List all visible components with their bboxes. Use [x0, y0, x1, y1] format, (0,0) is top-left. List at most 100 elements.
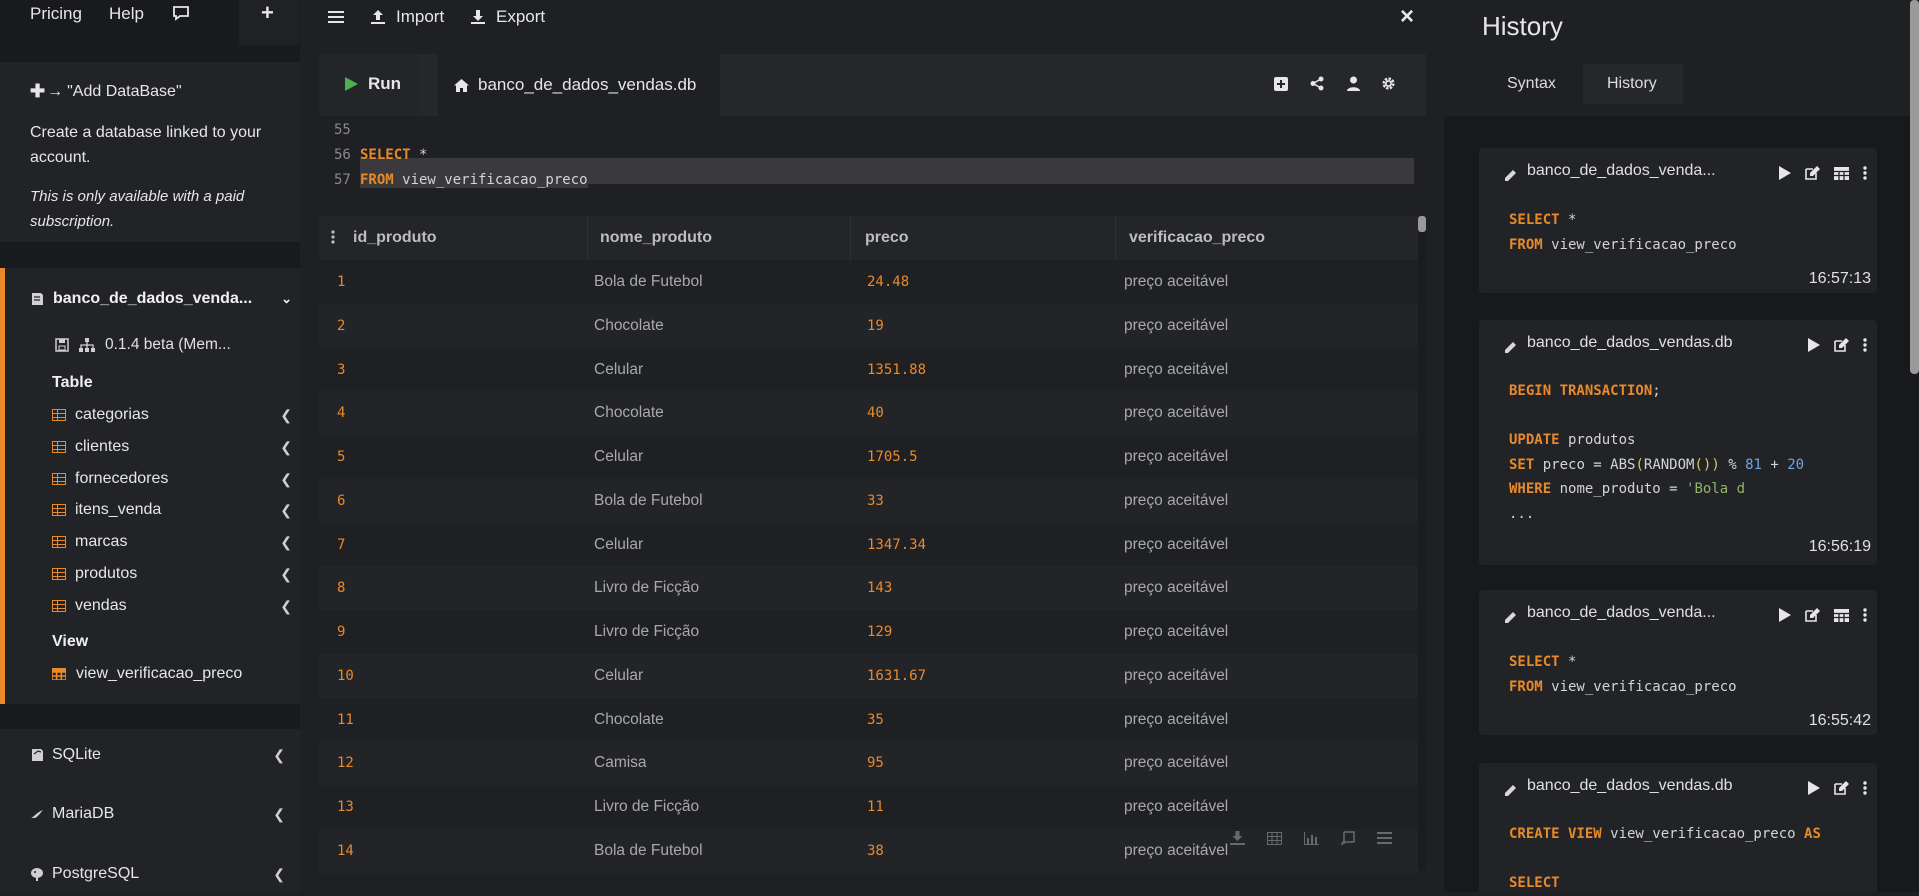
edit-icon[interactable] [1834, 781, 1849, 795]
column-header[interactable]: nome_produto [600, 229, 712, 247]
settings-gear-icon[interactable] [1381, 76, 1396, 91]
chart-icon[interactable] [1304, 831, 1319, 845]
play-icon[interactable] [1779, 608, 1791, 622]
import-button[interactable]: Import [370, 7, 444, 27]
database-icon [32, 293, 43, 305]
share-icon[interactable] [1310, 76, 1324, 91]
history-item-actions [1779, 608, 1867, 622]
arrow-right-icon: → [47, 82, 64, 100]
play-icon[interactable] [1779, 166, 1791, 180]
table-row[interactable]: 5 Celular 1705.5 preço aceitável [319, 435, 1418, 479]
sql-editor[interactable]: 55 56 57 SELECT * FROM view_verificacao_… [319, 116, 1426, 194]
chevron-left-icon: ❮ [280, 597, 292, 614]
chevron-left-icon: ❮ [273, 865, 285, 882]
table-row[interactable]: 9 Livro de Ficção 129 preço aceitável [319, 610, 1418, 654]
engine-sqlite[interactable]: SQLite ❮ [30, 746, 285, 764]
table-item-vendas[interactable]: vendas ❮ [52, 597, 292, 615]
table-item-categorias[interactable]: categorias ❮ [52, 406, 292, 424]
upload-icon [371, 10, 385, 24]
more-vertical-icon[interactable] [1863, 166, 1867, 180]
file-tab[interactable]: banco_de_dados_vendas.db [438, 54, 720, 116]
table-item-clientes[interactable]: clientes ❮ [52, 438, 292, 456]
edit-icon[interactable] [1834, 338, 1849, 352]
table-row[interactable]: 10 Celular 1631.67 preço aceitável [319, 654, 1418, 698]
mariadb-icon [31, 810, 43, 818]
column-options-icon[interactable] [331, 230, 335, 244]
edit-icon[interactable] [1805, 166, 1820, 180]
more-vertical-icon[interactable] [1863, 781, 1867, 795]
column-header[interactable]: id_produto [353, 229, 437, 247]
table-item-produtos[interactable]: produtos ❮ [52, 565, 292, 583]
table-row[interactable]: 7 Celular 1347.34 preço aceitável [319, 523, 1418, 567]
history-sql: BEGIN TRANSACTION; UPDATE produtos SET pr… [1509, 383, 1805, 522]
play-icon[interactable] [1808, 338, 1820, 352]
engine-mariadb[interactable]: MariaDB ❮ [30, 805, 285, 823]
tab-syntax[interactable]: Syntax [1473, 64, 1589, 104]
table-item-itens-venda[interactable]: itens_venda ❮ [52, 501, 292, 519]
history-title: History [1482, 11, 1563, 41]
pencil-icon [1505, 342, 1516, 353]
table-view-icon[interactable] [1834, 166, 1849, 180]
table-row[interactable]: 13 Livro de Ficção 11 preço aceitável [319, 785, 1418, 829]
home-icon [454, 78, 469, 92]
table-icon [52, 409, 66, 421]
database-header[interactable]: banco_de_dados_venda... ⌄ [30, 290, 292, 308]
table-row[interactable]: 3 Celular 1351.88 preço aceitável [319, 348, 1418, 392]
database-version: 0.1.4 beta (Mem... [55, 336, 231, 354]
history-item[interactable]: banco_de_dados_venda... SELECT * FROM vie… [1479, 590, 1877, 735]
column-header[interactable]: verificacao_preco [1129, 229, 1265, 247]
play-icon[interactable] [1808, 781, 1820, 795]
database-card: banco_de_dados_venda... ⌄ 0.1.4 beta (Me… [0, 268, 300, 704]
pricing-link[interactable]: Pricing [30, 4, 82, 24]
table-row[interactable]: 4 Chocolate 40 preço aceitável [319, 391, 1418, 435]
add-database-title[interactable]: ✚ → "Add DataBase" [30, 81, 182, 102]
line-number: 57 [334, 172, 351, 188]
close-icon[interactable]: × [1400, 3, 1414, 31]
user-icon[interactable] [1347, 76, 1360, 91]
table-row[interactable]: 2 Chocolate 19 preço aceitável [319, 304, 1418, 348]
column-header[interactable]: preco [865, 229, 909, 247]
table-row[interactable]: 11 Chocolate 35 preço aceitável [319, 698, 1418, 742]
new-tab-icon[interactable] [1274, 77, 1288, 91]
table-view-icon[interactable] [1267, 831, 1282, 845]
chevron-left-icon: ❮ [280, 438, 292, 455]
chevron-left-icon: ❮ [280, 470, 292, 487]
history-item[interactable]: banco_de_dados_vendas.db CREATE VIEW vie… [1479, 763, 1877, 892]
more-vertical-icon[interactable] [1863, 338, 1867, 352]
save-icon[interactable] [55, 338, 69, 352]
plus-icon: ✚ [30, 81, 46, 101]
table-row[interactable]: 12 Camisa 95 preço aceitável [319, 741, 1418, 785]
export-button[interactable]: Export [470, 7, 545, 27]
add-button[interactable]: + [239, 0, 299, 45]
list-icon[interactable] [1377, 832, 1392, 844]
chevron-left-icon: ❮ [280, 501, 292, 518]
table-icon [52, 504, 66, 516]
history-item[interactable]: banco_de_dados_vendas.db BEGIN TRANSACTI… [1479, 320, 1877, 565]
table-item-fornecedores[interactable]: fornecedores ❮ [52, 470, 292, 488]
view-item-verificacao-preco[interactable]: view_verificacao_preco [52, 665, 292, 683]
help-link[interactable]: Help [109, 4, 144, 24]
history-item[interactable]: banco_de_dados_venda... SELECT * FROM vie… [1479, 148, 1877, 293]
table-row[interactable]: 1 Bola de Futebol 24.48 preço aceitável [319, 260, 1418, 304]
table-item-marcas[interactable]: marcas ❮ [52, 533, 292, 551]
edit-icon[interactable] [1805, 608, 1820, 622]
run-button[interactable]: Run [319, 54, 419, 116]
history-scrollbar-thumb[interactable] [1910, 0, 1919, 374]
book-icon[interactable] [1341, 831, 1355, 845]
more-vertical-icon[interactable] [1863, 608, 1867, 622]
table-row[interactable]: 8 Livro de Ficção 143 preço aceitável [319, 566, 1418, 610]
chat-icon[interactable] [172, 5, 190, 21]
grid-scrollbar[interactable] [1418, 216, 1426, 869]
engine-postgresql[interactable]: PostgreSQL ❮ [30, 865, 285, 883]
history-item-actions [1779, 166, 1867, 180]
menu-icon[interactable] [328, 10, 344, 24]
tab-history[interactable]: History [1583, 64, 1683, 104]
download-icon [471, 10, 485, 24]
download-icon[interactable] [1230, 831, 1245, 845]
code-line: SELECT * [360, 147, 428, 163]
table-view-icon[interactable] [1834, 608, 1849, 622]
left-sidebar: Pricing Help + ✚ → "Add DataBase" Create… [0, 0, 300, 892]
schema-icon[interactable] [79, 338, 95, 352]
grid-scrollbar-thumb[interactable] [1418, 216, 1426, 232]
table-row[interactable]: 6 Bola de Futebol 33 preço aceitável [319, 479, 1418, 523]
